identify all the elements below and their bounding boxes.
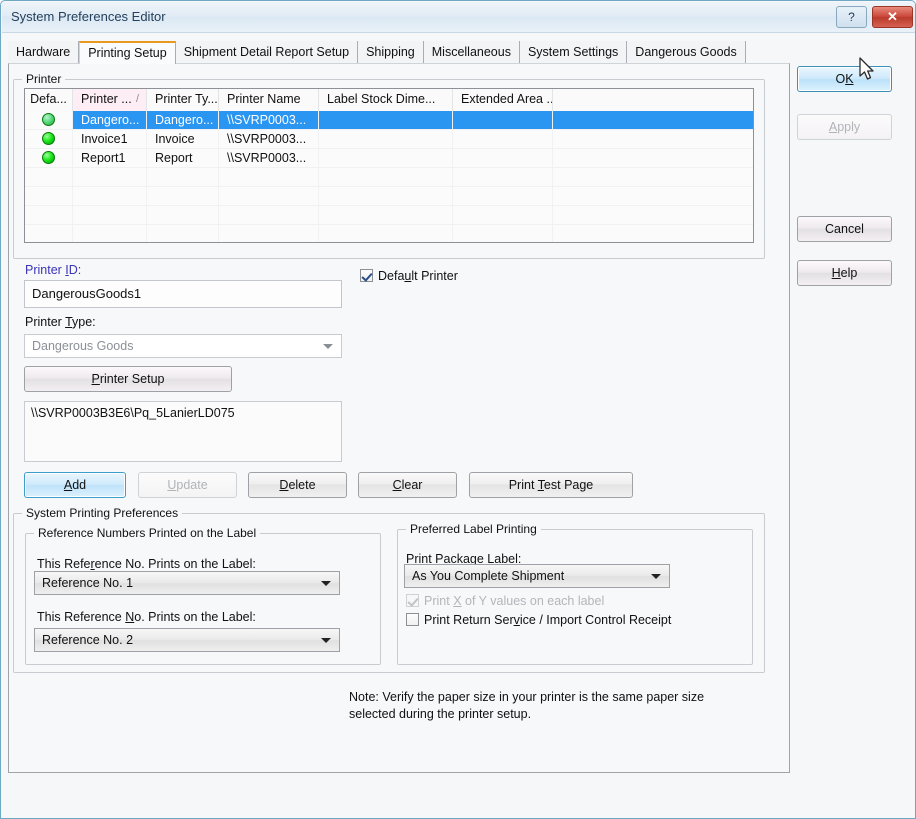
- table-row[interactable]: Dangero... Dangero... \\SVRP0003...: [25, 111, 753, 130]
- help-button[interactable]: Help: [797, 260, 892, 286]
- update-button[interactable]: Update: [138, 472, 237, 498]
- cell-default[interactable]: [25, 111, 73, 130]
- chevron-down-icon: [321, 581, 331, 586]
- green-bulb-icon: [42, 113, 55, 126]
- default-printer-label: Default Printer: [378, 269, 458, 283]
- printer-table-header: Defa... Printer ... / Printer Ty... Prin…: [25, 89, 753, 111]
- title-bar: System Preferences Editor ? ✕: [2, 2, 915, 33]
- apply-button[interactable]: Apply: [797, 114, 892, 140]
- printer-table[interactable]: Defa... Printer ... / Printer Ty... Prin…: [24, 88, 754, 243]
- cell-label-stock: [319, 111, 453, 130]
- cell-label-stock: [319, 149, 453, 168]
- chevron-down-icon: [321, 638, 331, 643]
- cell-printer-id: Invoice1: [73, 130, 147, 149]
- cell-printer-name: \\SVRP0003...: [219, 149, 319, 168]
- clear-button[interactable]: Clear: [358, 472, 457, 498]
- cell-extended-area: [453, 111, 553, 130]
- table-row[interactable]: Report1 Report \\SVRP0003...: [25, 149, 753, 168]
- cell-default[interactable]: [25, 130, 73, 149]
- column-header-printer-id[interactable]: Printer ... /: [73, 89, 147, 111]
- system-printing-preferences-title: System Printing Preferences: [22, 506, 183, 520]
- print-return-service-checkbox[interactable]: Print Return Service / Import Control Re…: [406, 613, 671, 627]
- reference-2-select[interactable]: Reference No. 2: [34, 628, 340, 652]
- printer-type-label: Printer Type:: [25, 315, 96, 329]
- window-title: System Preferences Editor: [11, 9, 166, 24]
- chevron-down-icon: [651, 574, 661, 579]
- tab-hardware[interactable]: Hardware: [8, 41, 80, 64]
- checkbox-icon: [360, 269, 373, 282]
- print-x-of-y-checkbox[interactable]: Print X of Y values on each label: [406, 594, 604, 608]
- printer-group-title: Printer: [22, 72, 66, 86]
- tab-shipment-detail-report-setup[interactable]: Shipment Detail Report Setup: [175, 41, 359, 64]
- cell-blank: [553, 111, 753, 130]
- add-button[interactable]: Add: [24, 472, 126, 498]
- column-header-printer-type[interactable]: Printer Ty...: [147, 89, 219, 111]
- column-header-label-stock[interactable]: Label Stock Dime...: [319, 89, 453, 111]
- cell-blank: [553, 130, 753, 149]
- table-row-empty[interactable]: [25, 187, 753, 206]
- column-header-extended-area[interactable]: Extended Area ...: [453, 89, 553, 111]
- reference-2-value: Reference No. 2: [42, 633, 134, 647]
- printer-id-label: Printer ID:: [25, 263, 82, 277]
- printer-type-select[interactable]: Dangerous Goods: [24, 334, 342, 358]
- cell-printer-name: \\SVRP0003...: [219, 111, 319, 130]
- checkbox-icon: [406, 613, 419, 626]
- reference-1-select[interactable]: Reference No. 1: [34, 571, 340, 595]
- cell-printer-type: Report: [147, 149, 219, 168]
- column-header-printer-name[interactable]: Printer Name: [219, 89, 319, 111]
- cell-extended-area: [453, 130, 553, 149]
- tab-miscellaneous[interactable]: Miscellaneous: [423, 41, 520, 64]
- print-package-label-value: As You Complete Shipment: [412, 569, 565, 583]
- table-row-empty[interactable]: [25, 168, 753, 187]
- reference-2-label: This Reference No. Prints on the Label:: [37, 610, 256, 624]
- printer-type-value: Dangerous Goods: [32, 339, 134, 353]
- cell-blank: [553, 149, 753, 168]
- checkbox-icon: [406, 594, 419, 607]
- cell-printer-id: Dangero...: [73, 111, 147, 130]
- tab-dangerous-goods[interactable]: Dangerous Goods: [627, 41, 746, 64]
- green-bulb-icon: [42, 132, 55, 145]
- table-row[interactable]: Invoice1 Invoice \\SVRP0003...: [25, 130, 753, 149]
- chevron-down-icon: [323, 344, 333, 349]
- tab-system-settings[interactable]: System Settings: [519, 41, 628, 64]
- green-bulb-icon: [42, 151, 55, 164]
- printer-setup-button[interactable]: Printer Setup: [24, 366, 232, 392]
- help-icon-button[interactable]: ?: [836, 6, 867, 28]
- paper-size-note: Note: Verify the paper size in your prin…: [349, 690, 705, 721]
- system-preferences-editor-window: System Preferences Editor ? ✕ Hardware P…: [0, 0, 916, 819]
- print-test-page-button[interactable]: Print Test Page: [469, 472, 633, 498]
- delete-button[interactable]: Delete: [248, 472, 347, 498]
- preferred-label-printing-title: Preferred Label Printing: [406, 522, 541, 536]
- cell-default[interactable]: [25, 149, 73, 168]
- close-icon-button[interactable]: ✕: [872, 6, 913, 28]
- cell-printer-type: Dangero...: [147, 111, 219, 130]
- tab-strip: Hardware Printing Setup Shipment Detail …: [8, 41, 910, 64]
- column-header-default[interactable]: Defa...: [25, 89, 73, 111]
- cell-extended-area: [453, 149, 553, 168]
- column-header-printer-id-label: Printer ...: [81, 92, 132, 106]
- cell-printer-id: Report1: [73, 149, 147, 168]
- cancel-button[interactable]: Cancel: [797, 216, 892, 242]
- cell-printer-type: Invoice: [147, 130, 219, 149]
- tab-printing-setup[interactable]: Printing Setup: [79, 41, 176, 64]
- print-x-of-y-label: Print X of Y values on each label: [424, 594, 605, 608]
- ok-button[interactable]: OK: [797, 66, 892, 92]
- default-printer-checkbox[interactable]: Default Printer: [360, 269, 458, 283]
- tab-shipping[interactable]: Shipping: [358, 41, 424, 64]
- reference-1-label: This Reference No. Prints on the Label:: [37, 557, 256, 571]
- printer-path-textarea[interactable]: \\SVRP0003B3E6\Pq_5LanierLD075: [24, 401, 342, 462]
- sort-indicator-icon: /: [135, 93, 139, 105]
- reference-1-value: Reference No. 1: [42, 576, 134, 590]
- printer-id-input[interactable]: DangerousGoods1: [24, 280, 342, 308]
- cell-label-stock: [319, 130, 453, 149]
- table-row-empty[interactable]: [25, 225, 753, 242]
- print-return-service-label: Print Return Service / Import Control Re…: [424, 613, 672, 627]
- print-package-label-select[interactable]: As You Complete Shipment: [404, 564, 670, 588]
- table-row-empty[interactable]: [25, 206, 753, 225]
- reference-numbers-title: Reference Numbers Printed on the Label: [34, 526, 261, 540]
- column-header-blank[interactable]: [553, 89, 753, 111]
- cell-printer-name: \\SVRP0003...: [219, 130, 319, 149]
